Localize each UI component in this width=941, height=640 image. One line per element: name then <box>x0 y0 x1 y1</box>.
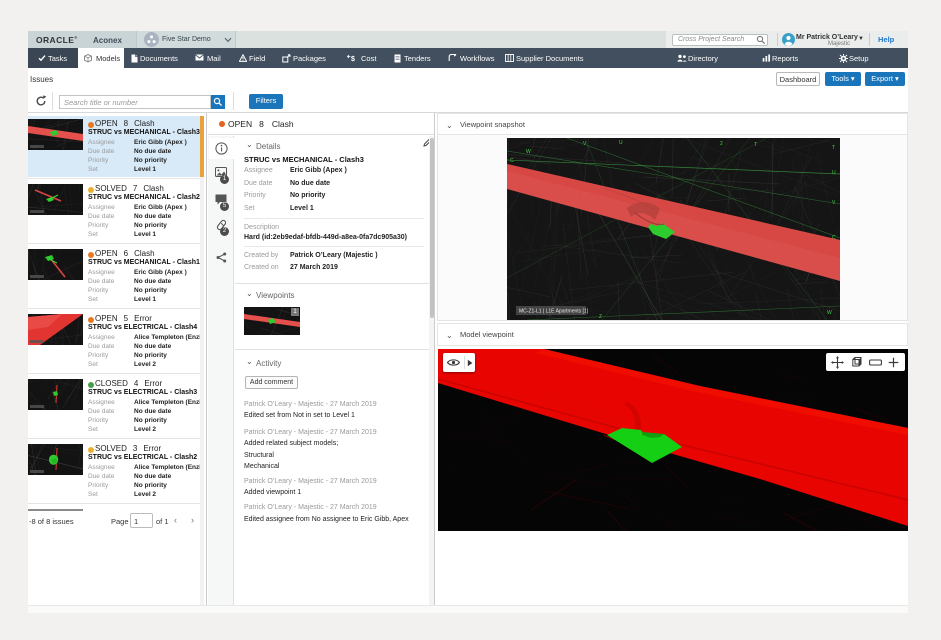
svg-text:$: $ <box>351 56 355 62</box>
svg-text:C: C <box>832 235 836 241</box>
svg-text:T: T <box>832 145 835 151</box>
svg-text:Z: Z <box>599 314 602 320</box>
svg-text:W: W <box>526 149 531 155</box>
svg-text:2: 2 <box>720 141 723 147</box>
svg-text:U: U <box>832 170 836 176</box>
svg-text:U: U <box>619 140 623 146</box>
svg-text:MC-Z1-L1 | L1E Apartments [1]: MC-Z1-L1 | L1E Apartments [1] <box>519 309 589 315</box>
svg-text:C: C <box>510 158 514 164</box>
svg-text:W: W <box>827 310 832 316</box>
svg-text:T: T <box>754 142 757 148</box>
